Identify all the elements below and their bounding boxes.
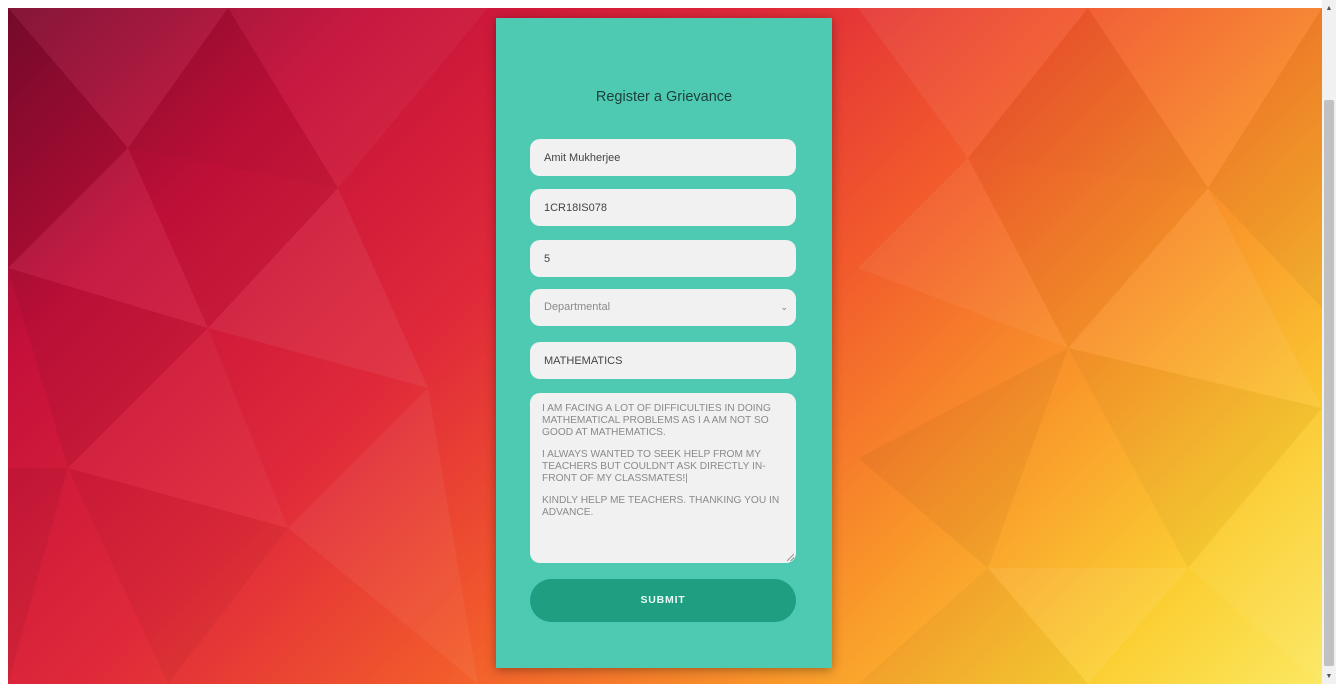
grievance-message-textarea[interactable]: I AM FACING A LOT OF DIFFICULTIES IN DOI… <box>530 393 796 563</box>
resize-handle-icon[interactable] <box>787 554 794 561</box>
grievance-category-select[interactable]: Departmental ⌄ <box>530 289 796 326</box>
message-paragraph: I AM FACING A LOT OF DIFFICULTIES IN DOI… <box>542 403 771 438</box>
usn-input[interactable] <box>530 189 796 226</box>
submit-button[interactable]: SUBMIT <box>530 579 796 622</box>
department-input[interactable] <box>530 342 796 379</box>
grievance-form-card: Register a Grievance Departmental ⌄ I AM… <box>496 18 832 668</box>
page-scrollbar[interactable]: ▲ ▼ <box>1322 0 1336 684</box>
name-input[interactable] <box>530 139 796 176</box>
message-paragraph: KINDLY HELP ME TEACHERS. THANKING YOU IN… <box>542 495 780 518</box>
chevron-down-icon: ⌄ <box>780 302 788 312</box>
scroll-down-arrow-icon[interactable]: ▼ <box>1322 670 1336 684</box>
message-paragraph: I ALWAYS WANTED TO SEEK HELP FROM MY TEA… <box>542 449 766 484</box>
form-title: Register a Grievance <box>595 89 733 105</box>
scroll-up-arrow-icon[interactable]: ▲ <box>1322 2 1336 16</box>
browser-viewport: Register a Grievance Departmental ⌄ I AM… <box>0 0 1336 684</box>
scrollbar-thumb[interactable] <box>1324 100 1334 666</box>
semester-input[interactable] <box>530 240 796 277</box>
select-selected-value: Departmental <box>544 301 611 313</box>
